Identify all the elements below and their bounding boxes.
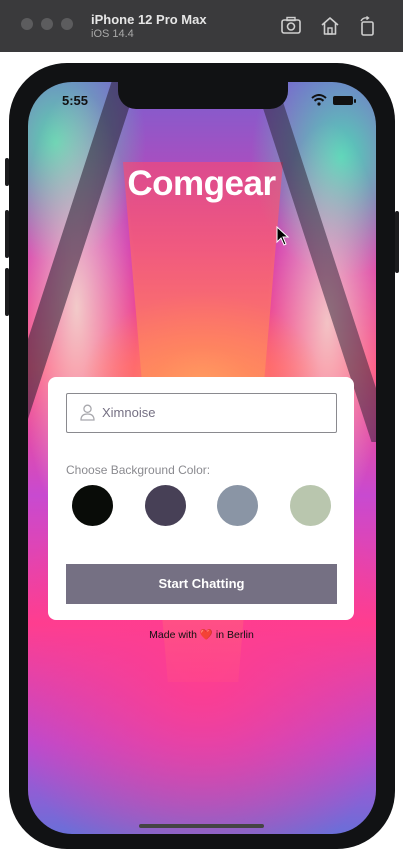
window-close-button[interactable] [21,18,33,30]
color-option-dark-purple[interactable] [145,485,186,526]
choose-color-label: Choose Background Color: [66,463,211,477]
start-chatting-button[interactable]: Start Chatting [66,564,337,604]
person-icon [80,404,95,421]
volume-up-button [5,210,9,258]
home-icon[interactable] [318,14,342,38]
simulator-title-bar: iPhone 12 Pro Max iOS 14.4 [0,0,403,52]
name-input[interactable]: Ximnoise [66,393,337,433]
device-notch [118,82,288,109]
rotate-icon[interactable] [355,14,379,38]
name-input-value: Ximnoise [102,405,156,420]
made-with-footer: Made with ❤️ in Berlin [0,628,403,641]
window-zoom-button[interactable] [61,18,73,30]
color-option-black[interactable] [72,485,113,526]
heart-icon: ❤️ [199,629,213,641]
power-button [395,211,399,273]
window-minimize-button[interactable] [41,18,53,30]
status-time: 5:55 [62,93,89,108]
color-option-gray-purple[interactable] [217,485,258,526]
mouse-cursor-icon [276,226,290,246]
volume-down-button [5,268,9,316]
screenshot-icon[interactable] [279,14,303,38]
start-card: Ximnoise Choose Background Color: Start … [48,377,354,620]
home-indicator[interactable] [139,824,264,828]
color-option-light-gray[interactable] [290,485,331,526]
os-version: iOS 14.4 [91,28,134,40]
device-name: iPhone 12 Pro Max [91,12,207,27]
footer-in-city: in Berlin [215,629,254,641]
footer-made-with: Made with [149,629,197,641]
app-title: Comgear [127,164,276,203]
battery-icon [333,96,356,105]
wifi-icon [311,94,327,106]
